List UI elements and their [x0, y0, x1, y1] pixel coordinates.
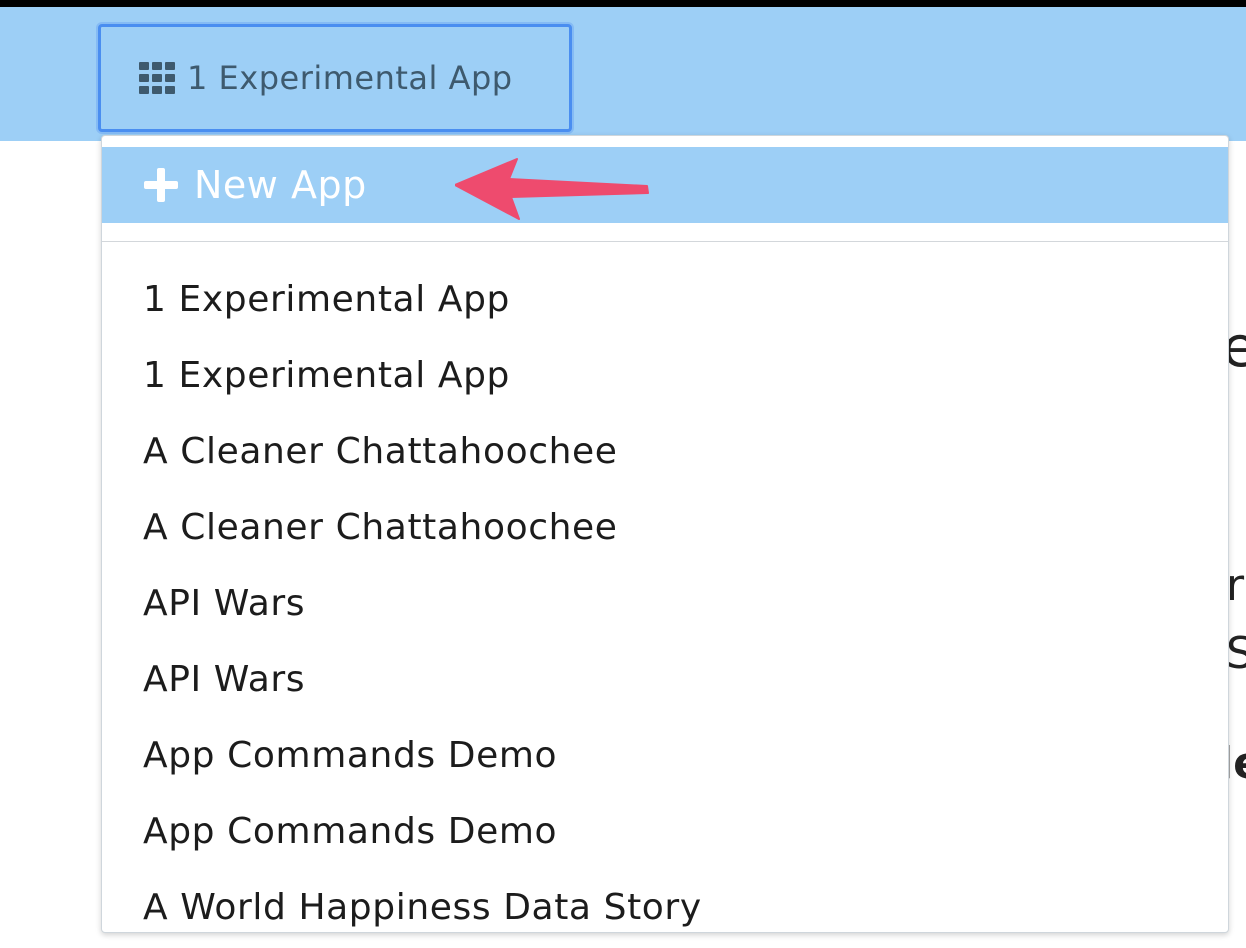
- plus-icon: [144, 168, 178, 202]
- menu-divider: [102, 241, 1228, 242]
- new-app-menu-item[interactable]: New App: [102, 147, 1228, 223]
- grid-icon: [139, 62, 175, 94]
- app-list-item[interactable]: A Cleaner Chattahoochee: [102, 414, 1228, 490]
- app-list-item[interactable]: App Commands Demo: [102, 794, 1228, 870]
- top-strip: [0, 0, 1246, 7]
- app-list: 1 Experimental App 1 Experimental App A …: [102, 262, 1228, 932]
- app-list-item[interactable]: API Wars: [102, 566, 1228, 642]
- new-app-label: New App: [194, 163, 367, 207]
- app-list-item[interactable]: 1 Experimental App: [102, 262, 1228, 338]
- app-list-item[interactable]: API Wars: [102, 642, 1228, 718]
- page: e r S le 1 Experimental App New: [0, 0, 1246, 948]
- app-dropdown-menu: New App 1 Experimental App 1 Experimenta…: [101, 135, 1229, 933]
- app-list-item[interactable]: A World Happiness Data Story: [102, 870, 1228, 932]
- app-list-item[interactable]: App Commands Demo: [102, 718, 1228, 794]
- app-switcher-button[interactable]: 1 Experimental App: [98, 24, 572, 132]
- app-list-item[interactable]: A Cleaner Chattahoochee: [102, 490, 1228, 566]
- app-list-item[interactable]: 1 Experimental App: [102, 338, 1228, 414]
- background-text-fragment: S: [1226, 628, 1246, 679]
- arrow-icon: [455, 158, 649, 220]
- app-switcher-label: 1 Experimental App: [187, 59, 513, 97]
